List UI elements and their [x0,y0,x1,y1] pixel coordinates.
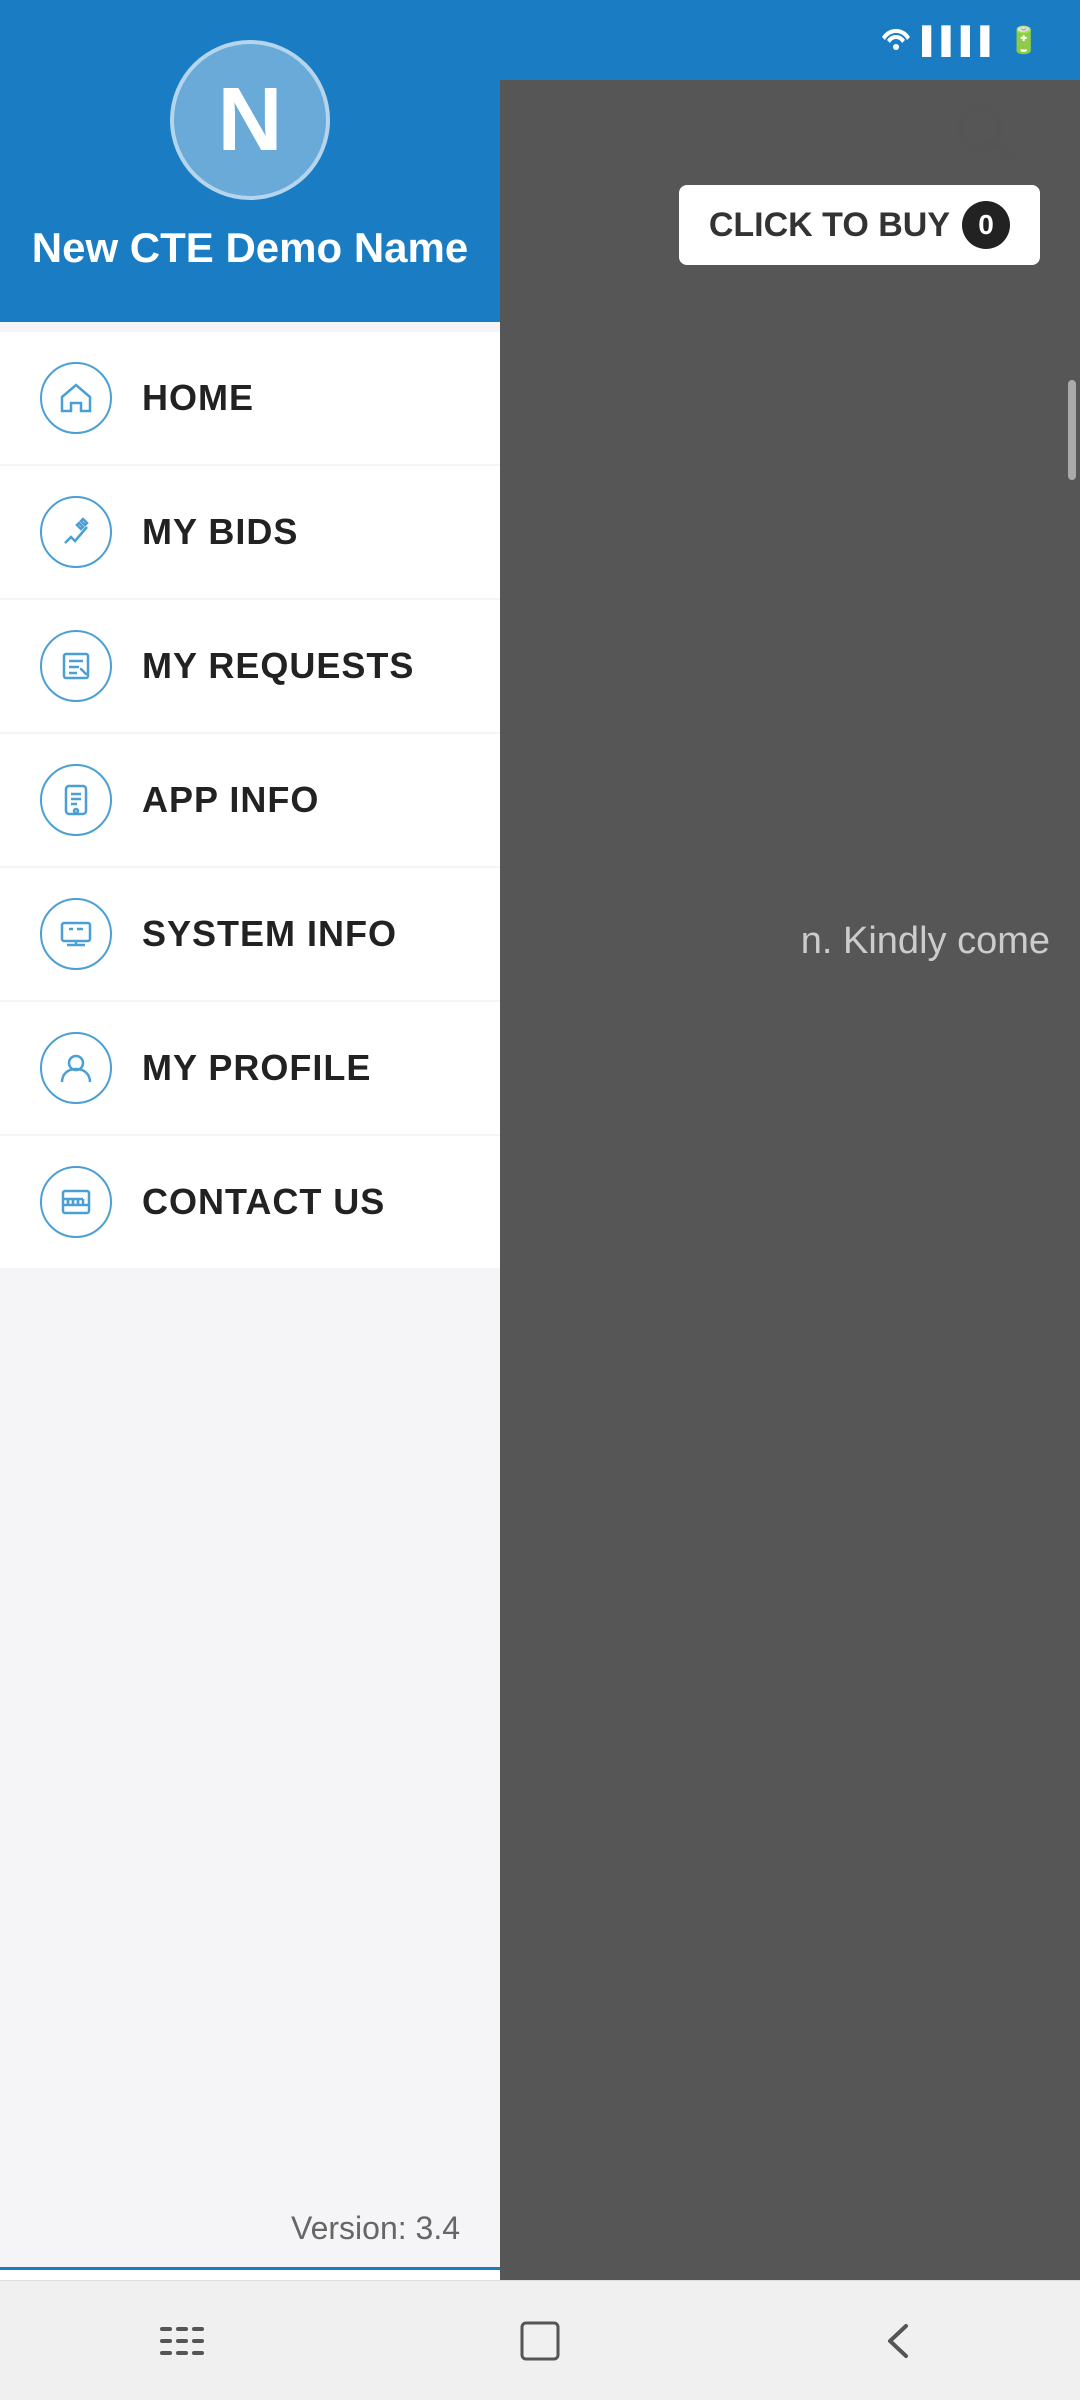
sidebar-item-my-profile[interactable]: MY PROFILE [0,1002,500,1134]
sidebar-item-my-bids[interactable]: MY BIDS [0,466,500,598]
click-to-buy-button[interactable]: CLICK TO BUY 0 [679,185,1040,265]
contact-label: CONTACT US [142,1181,385,1223]
user-name: New CTE Demo Name [32,224,468,272]
click-to-buy-label: CLICK TO BUY [709,206,950,245]
drawer-header: N New CTE Demo Name [0,0,500,322]
profile-icon [40,1032,112,1104]
contact-icon [40,1166,112,1238]
bids-icon [40,496,112,568]
scrollbar[interactable] [1068,380,1076,480]
home-label: HOME [142,377,254,419]
kindly-text: n. Kindly come [801,920,1050,963]
battery-icon: 🔋 [1008,25,1040,56]
app-info-icon [40,764,112,836]
bottom-navigation [0,2280,1080,2400]
sidebar-item-my-requests[interactable]: MY REQUESTS [0,600,500,732]
avatar-letter: N [218,69,283,172]
cart-badge: 0 [962,201,1010,249]
status-icons: ▌▌▌▌ 🔋 [878,23,1040,58]
requests-label: MY REQUESTS [142,645,414,687]
system-info-icon [40,898,112,970]
sidebar-item-home[interactable]: HOME [0,332,500,464]
search-button[interactable] [952,100,1020,182]
navigation-drawer: N New CTE Demo Name HOME MY BIDS [0,0,500,2400]
profile-label: MY PROFILE [142,1047,371,1089]
sidebar-item-system-info[interactable]: SYSTEM INFO [0,868,500,1000]
bids-label: MY BIDS [142,511,298,553]
dim-overlay [480,0,1080,2400]
requests-icon [40,630,112,702]
home-icon [40,362,112,434]
nav-back-button[interactable] [850,2301,950,2381]
menu-list: HOME MY BIDS M [0,322,500,2190]
sidebar-item-contact-us[interactable]: CONTACT US [0,1136,500,1268]
version-text: Version: 3.4 [0,2190,500,2267]
wifi-icon [878,23,914,58]
app-info-label: APP INFO [142,779,319,821]
nav-menu-button[interactable] [130,2301,230,2381]
avatar: N [170,40,330,200]
system-info-label: SYSTEM INFO [142,913,397,955]
sidebar-item-app-info[interactable]: APP INFO [0,734,500,866]
nav-home-button[interactable] [490,2301,590,2381]
signal-icons: ▌▌▌▌ [922,25,1000,56]
